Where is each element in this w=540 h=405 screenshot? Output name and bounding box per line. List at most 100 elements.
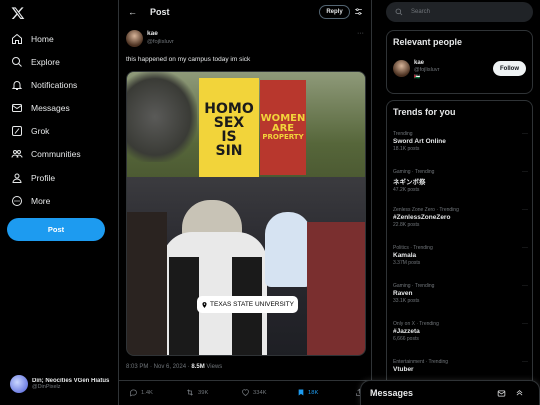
person-red-jacket xyxy=(307,222,365,355)
tweet-text: this happened on my campus today im sick xyxy=(126,56,251,63)
trend-count: 3.37M posts xyxy=(393,260,421,266)
new-message-icon[interactable] xyxy=(497,389,506,398)
more-options-icon[interactable]: ··· xyxy=(357,30,364,37)
more-options-icon[interactable]: ··· xyxy=(522,169,528,175)
search-icon xyxy=(11,56,23,68)
trend-name: ネギンボ祭 xyxy=(393,179,426,186)
protest-sign-right: WOMEN ARE PROPERTY xyxy=(260,80,306,175)
trend-name: #ZenlessZoneZero xyxy=(393,214,451,221)
trend-context: Gaming · Trending xyxy=(393,169,435,175)
trend-item[interactable]: Trending Sword Art Online 18.1K posts ··… xyxy=(393,131,528,152)
nav-more-label: More xyxy=(31,196,51,206)
reply-action[interactable]: 1.4K xyxy=(129,388,153,397)
tweet-image[interactable]: HOMO SEX IS SIN WOMEN ARE PROPERTY TEXAS… xyxy=(126,71,366,356)
sign-left-line-1: HOMO xyxy=(204,101,254,117)
trend-item[interactable]: Zenless Zone Zero · Trending #ZenlessZon… xyxy=(393,207,528,228)
trend-item[interactable]: Entertainment · Trending Vtuber ··· xyxy=(393,359,528,373)
messages-drawer-title: Messages xyxy=(370,388,414,398)
author-handle[interactable]: @fojlisluvr xyxy=(147,39,174,45)
reply-button[interactable]: Reply xyxy=(319,5,350,19)
trend-name: #Jazzeta xyxy=(393,328,420,335)
avatar xyxy=(10,375,28,393)
like-action[interactable]: 334K xyxy=(241,388,267,397)
flag-emoji-icons: 🇵🇸 xyxy=(414,74,421,80)
nav-grok-label: Grok xyxy=(31,126,50,136)
more-options-icon[interactable]: ··· xyxy=(522,283,528,289)
search-icon xyxy=(395,8,403,16)
account-switcher[interactable]: Din; Neocities VGen Hiatus @DinPixelz xyxy=(10,373,114,395)
chevron-up-icon[interactable] xyxy=(515,388,524,399)
tweet-time[interactable]: 8:03 PM · Nov 6, 2024 · xyxy=(126,364,190,370)
person-icon xyxy=(11,172,23,184)
bell-icon xyxy=(11,79,23,91)
nav-home-label: Home xyxy=(31,34,54,44)
heart-icon xyxy=(242,389,249,396)
trend-name: Vtuber xyxy=(393,366,414,373)
relevant-user-name[interactable]: kae xyxy=(414,60,439,66)
relevant-user[interactable]: kae @fojlisluvr 🇵🇸 xyxy=(393,60,439,80)
right-sidebar: Search Relevant people kae @fojlisluvr 🇵… xyxy=(372,0,540,405)
nav-communities-label: Communities xyxy=(31,149,81,159)
trend-context: Trending xyxy=(393,131,413,137)
trend-item[interactable]: Gaming · Trending ネギンボ祭 47.2K posts ··· xyxy=(393,169,528,193)
trend-name: Raven xyxy=(393,290,413,297)
trend-count: 22.8K posts xyxy=(393,222,420,228)
tweet-meta: 8:03 PM · Nov 6, 2024 · 8.5M Views xyxy=(126,364,222,370)
x-logo-icon[interactable] xyxy=(11,6,25,20)
sign-left-line-4: SIN xyxy=(215,143,243,159)
messages-drawer[interactable]: Messages xyxy=(360,380,540,405)
trend-name: Sword Art Online xyxy=(393,138,446,145)
nav-profile[interactable]: Profile xyxy=(11,170,55,186)
avatar[interactable] xyxy=(126,30,143,47)
trend-context: Only on X · Trending xyxy=(393,321,439,327)
repost-action[interactable]: 39K xyxy=(185,388,208,397)
trend-item[interactable]: Only on X · Trending #Jazzeta 6,666 post… xyxy=(393,321,528,342)
nav-communities[interactable]: Communities xyxy=(11,146,81,162)
protest-sign-left: HOMO SEX IS SIN xyxy=(199,78,259,182)
more-circle-icon xyxy=(11,195,23,207)
person-hoodie xyxy=(265,212,311,287)
trend-name: Kamala xyxy=(393,252,417,259)
nav-notifications[interactable]: Notifications xyxy=(11,77,77,93)
reply-icon xyxy=(130,389,137,397)
trend-count: 33.1K posts xyxy=(393,298,420,304)
bookmark-action[interactable]: 18K xyxy=(297,388,318,397)
home-icon xyxy=(11,33,23,45)
avatar[interactable] xyxy=(393,60,410,77)
follow-button[interactable]: Follow xyxy=(493,61,526,76)
relevant-user-handle[interactable]: @fojlisluvr xyxy=(414,67,439,73)
location-tag-text: TEXAS STATE UNIVERSITY xyxy=(210,301,294,308)
back-arrow-icon[interactable]: ← xyxy=(128,7,137,17)
trend-context: Zenless Zone Zero · Trending xyxy=(393,207,459,213)
trend-item[interactable]: Gaming · Trending Raven 33.1K posts ··· xyxy=(393,283,528,304)
more-options-icon[interactable]: ··· xyxy=(522,359,528,365)
trend-item[interactable]: Politics · Trending Kamala 3.37M posts ·… xyxy=(393,245,528,266)
location-pin-icon xyxy=(202,301,207,308)
nav-profile-label: Profile xyxy=(31,173,56,183)
nav-explore[interactable]: Explore xyxy=(11,54,60,70)
tune-icon[interactable] xyxy=(354,7,363,18)
nav-grok[interactable]: Grok xyxy=(11,123,49,139)
bookmark-count: 18K xyxy=(308,389,319,396)
more-options-icon[interactable]: ··· xyxy=(522,245,528,251)
nav-messages[interactable]: Messages xyxy=(11,100,70,116)
search-placeholder: Search xyxy=(411,9,431,15)
left-sidebar: Home Explore Notifications Messages Grok… xyxy=(0,0,119,405)
backpack-strap xyxy=(169,257,199,355)
nav-more[interactable]: More xyxy=(11,193,50,209)
more-options-icon[interactable]: ··· xyxy=(522,131,528,137)
more-options-icon[interactable]: ··· xyxy=(522,321,528,327)
views-count: 8.5M xyxy=(191,364,205,370)
sign-left-line-2: SEX xyxy=(213,115,245,131)
author-name[interactable]: kae xyxy=(147,30,174,37)
tweet-author[interactable]: kae @fojlisluvr xyxy=(126,30,174,47)
more-options-icon[interactable]: ··· xyxy=(522,207,528,213)
sign-left-line-3: IS xyxy=(221,129,237,145)
person-left xyxy=(127,212,167,355)
bookmark-icon xyxy=(298,389,304,396)
nav-home[interactable]: Home xyxy=(11,31,54,47)
post-button[interactable]: Post xyxy=(7,218,105,241)
search-input[interactable]: Search xyxy=(386,2,533,22)
nav-notifications-label: Notifications xyxy=(31,80,78,90)
reply-count: 1.4K xyxy=(141,389,153,396)
